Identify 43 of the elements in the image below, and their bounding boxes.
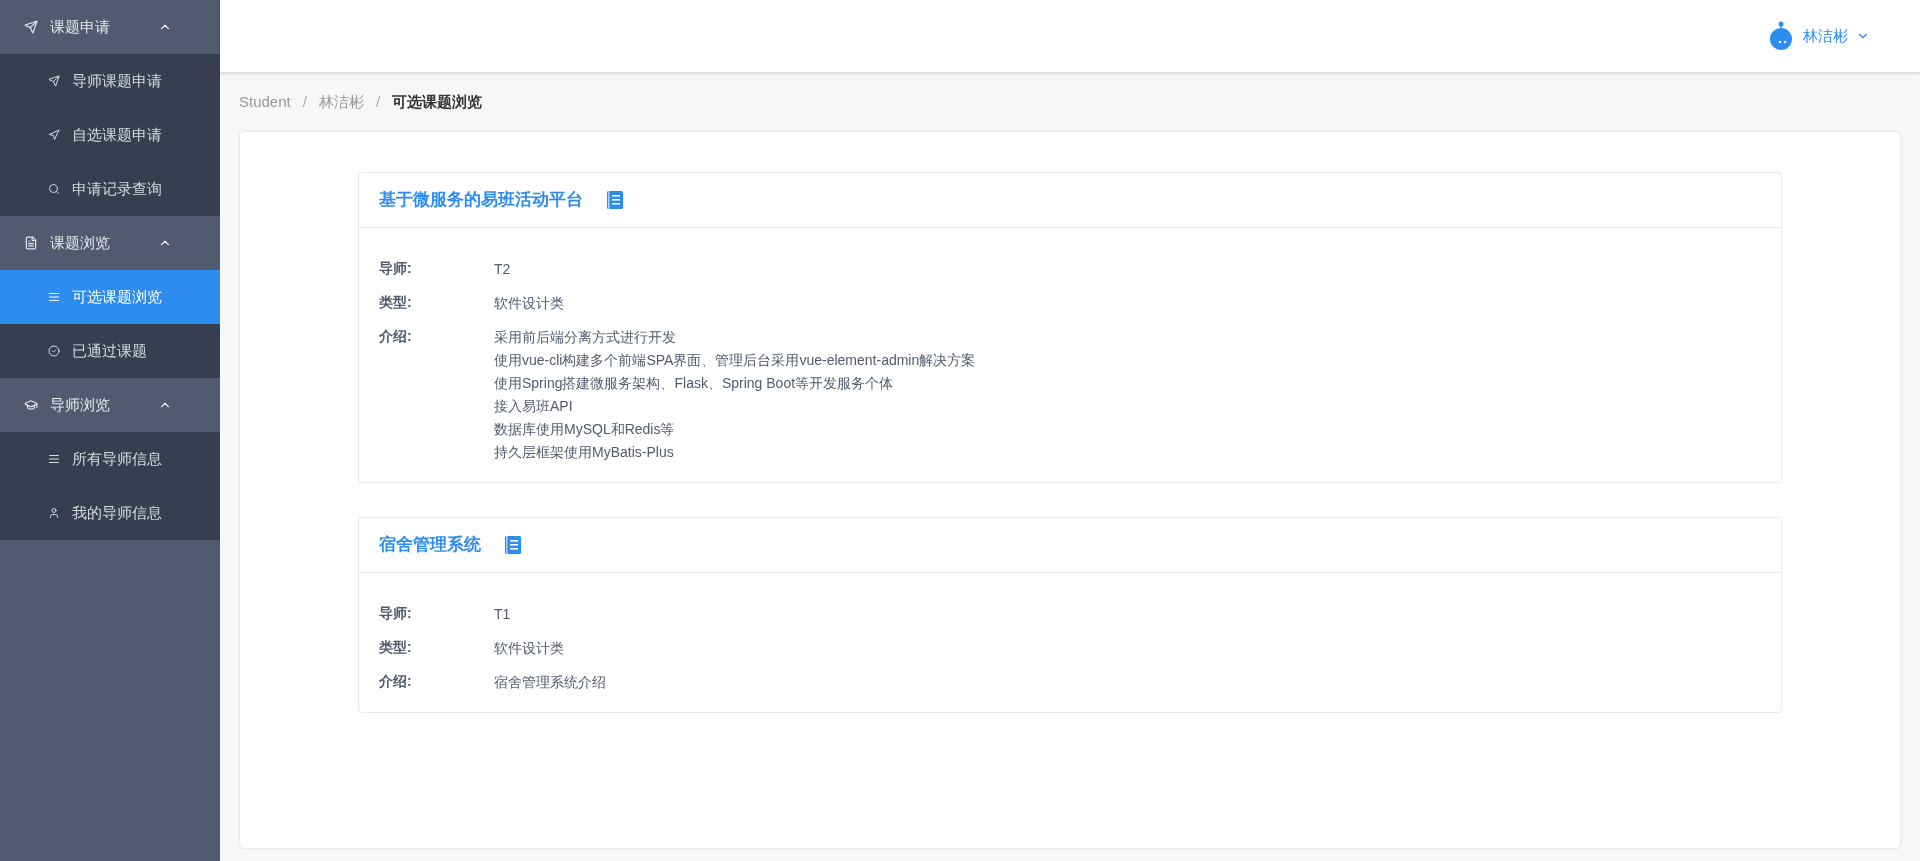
field-value: 软件设计类 [494, 639, 564, 658]
field-label: 类型: [379, 293, 413, 312]
field-value: 使用vue-cli构建多个前端SPA界面、管理后台采用vue-element-admin解决方案 [494, 351, 976, 370]
breadcrumb-separator: / [302, 91, 307, 112]
document-icon[interactable] [607, 191, 623, 209]
field-label: 介绍: [379, 327, 413, 346]
field-value: 使用Spring搭建微服务架构、Flask、Spring Boot等开发服务个体 [494, 374, 895, 393]
field-label: 导师: [379, 259, 413, 278]
paper-plane-icon [24, 20, 38, 34]
field-label: 类型: [379, 638, 413, 657]
menu-item[interactable]: 可选课题浏览 [0, 270, 220, 324]
user-icon [48, 507, 60, 519]
field-value: T2 [494, 260, 511, 279]
list-icon [48, 453, 60, 465]
menu-item[interactable]: 已通过课题 [0, 324, 220, 378]
menu-item[interactable]: 所有导师信息 [0, 432, 220, 486]
field-label: 介绍: [379, 672, 413, 691]
field-value: T1 [494, 605, 511, 624]
document-icon[interactable] [505, 536, 521, 554]
field-value: 持久层框架使用MyBatis-Plus [494, 443, 675, 462]
topic-title[interactable]: 基于微服务的易班活动平台 [379, 187, 583, 213]
user-menu[interactable]: 林洁彬 [1767, 21, 1870, 51]
breadcrumb-separator: / [375, 91, 381, 112]
document-icon [24, 236, 38, 250]
field-label: 导师: [379, 604, 413, 623]
topic-title[interactable]: 宿舍管理系统 [379, 532, 481, 558]
field-value: 接入易班API [494, 397, 574, 416]
menu-item[interactable]: 导师课题申请 [0, 54, 220, 108]
field-value: 宿舍管理系统介绍 [494, 673, 606, 692]
menu-item[interactable]: 自选课题申请 [0, 108, 220, 162]
search-icon [48, 183, 60, 195]
navigation-arrow-icon [48, 129, 60, 141]
list-icon [48, 291, 60, 303]
menu-item[interactable]: 申请记录查询 [0, 162, 220, 216]
field-value: 数据库使用MySQL和Redis等 [494, 420, 676, 439]
breadcrumb-current: 可选课题浏览 [392, 91, 483, 112]
graduation-cap-icon [24, 398, 38, 412]
paper-plane-icon [48, 75, 60, 87]
field-value: 采用前后端分离方式进行开发 [494, 328, 677, 347]
field-value: 软件设计类 [494, 294, 564, 313]
check-circle-icon [48, 345, 60, 357]
menu-item[interactable]: 我的导师信息 [0, 486, 220, 540]
robot-avatar-icon [1767, 21, 1795, 51]
